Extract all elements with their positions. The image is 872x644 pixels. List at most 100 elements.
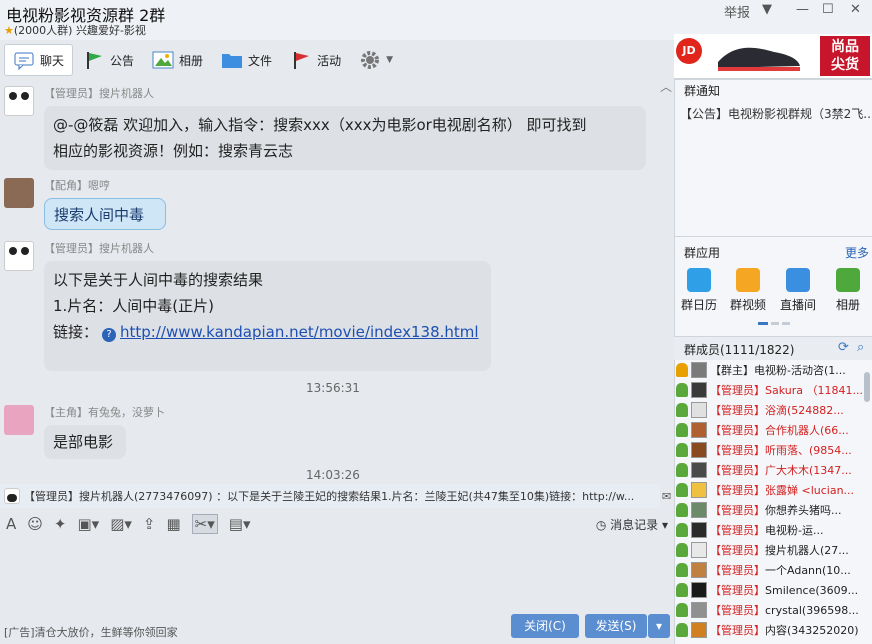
- member-role: 【管理员】: [710, 404, 765, 417]
- member-role: 【管理员】: [710, 464, 765, 477]
- avatar[interactable]: [4, 178, 34, 208]
- close-button[interactable]: 关闭(C): [511, 614, 579, 638]
- sender-name: 【主角】有兔兔，没萝卜: [44, 406, 165, 419]
- tab-chat[interactable]: 聊天: [4, 44, 74, 76]
- minimize-icon[interactable]: —: [796, 2, 809, 17]
- report-button[interactable]: 举报: [724, 2, 750, 21]
- member-row[interactable]: 【管理员】 Smilence(3609...: [674, 580, 872, 600]
- member-name: 广大木木(1347...: [765, 464, 852, 477]
- member-list: 【群主】 电视粉-活动咨(1... 【管理员】 Sakura （11841... 【管理…: [674, 360, 872, 644]
- search-icon[interactable]: ⌕: [857, 340, 864, 355]
- member-row[interactable]: 【群主】 电视粉-活动咨(1...: [674, 360, 872, 380]
- box-icon[interactable]: ▦: [166, 515, 180, 533]
- member-name: Smilence(3609...: [765, 583, 859, 597]
- tab-activity[interactable]: 活动: [282, 44, 349, 76]
- avatar: [691, 522, 707, 538]
- maximize-icon[interactable]: ☐: [822, 2, 834, 17]
- role-icon: [676, 623, 688, 637]
- video-icon: [736, 268, 760, 292]
- member-role: 【管理员】: [710, 544, 765, 557]
- scrollbar[interactable]: [864, 372, 870, 402]
- member-name: 你想养头猪吗...: [765, 504, 842, 517]
- avatar: [691, 542, 707, 558]
- refresh-icon[interactable]: ⟳: [838, 340, 849, 355]
- timestamp: 13:56:31: [306, 381, 360, 395]
- avatar: [691, 382, 707, 398]
- page-dot[interactable]: [782, 322, 790, 325]
- page-dot-active[interactable]: [758, 322, 768, 325]
- settings-button[interactable]: ▼: [351, 44, 401, 76]
- app-calendar[interactable]: 群日历: [678, 268, 720, 313]
- member-row[interactable]: 【管理员】 Sakura （11841...: [674, 380, 872, 400]
- member-role: 【管理员】: [710, 604, 765, 617]
- member-name: 浴滴(524882...: [765, 404, 844, 417]
- input-toolbar: A ☺ ✦ ▣▾ ▨▾ ⇪ ▦ ✂▾ ▤▾ ◷ 消息记录 ▾: [0, 510, 674, 538]
- member-row[interactable]: 【管理员】 内容(343252020): [674, 620, 872, 640]
- font-icon[interactable]: A: [6, 515, 16, 533]
- history-button[interactable]: ◷ 消息记录 ▾: [596, 516, 668, 533]
- member-row[interactable]: 【管理员】 广大木木(1347...: [674, 460, 872, 480]
- gift-icon[interactable]: ▣▾: [77, 515, 99, 533]
- sender-name: 【配角】嗯哼: [44, 179, 110, 192]
- page-dot[interactable]: [771, 322, 779, 325]
- member-row[interactable]: 【管理员】 一个Adann(10...: [674, 560, 872, 580]
- photo-icon: [152, 50, 174, 70]
- avatar[interactable]: [4, 241, 34, 271]
- message-bubble: @-@筱磊 欢迎加入，输入指令：搜索xxx（xxx为电影or电视剧名称） 即可找…: [44, 106, 646, 170]
- upload-icon[interactable]: ⇪: [143, 515, 156, 533]
- notice-bar[interactable]: 【管理员】搜片机器人(2773476097) ：以下是关于兰陵王妃的搜索结果1.…: [0, 484, 660, 508]
- collapse-icon[interactable]: ︿: [660, 78, 672, 95]
- tab-bar: 聊天 公告 相册 文件 活动 ▼: [0, 42, 674, 78]
- app-live[interactable]: 直播间: [777, 268, 819, 313]
- role-icon: [676, 403, 688, 417]
- message-input[interactable]: [0, 538, 674, 614]
- member-role: 【管理员】: [710, 444, 765, 457]
- jd-ad[interactable]: JD 尚品 尖货: [674, 34, 872, 78]
- member-name: 合作机器人(66...: [765, 424, 849, 437]
- member-name: 电视粉-活动咨(1...: [754, 364, 846, 377]
- member-role: 【管理员】: [710, 584, 765, 597]
- close-icon[interactable]: ✕: [850, 2, 861, 17]
- timestamp: 14:03:26: [306, 468, 360, 482]
- dropdown-icon[interactable]: ▼: [762, 2, 772, 17]
- member-row[interactable]: 【管理员】 电视粉-运...: [674, 520, 872, 540]
- tab-announcement[interactable]: 公告: [75, 44, 142, 76]
- member-name: 内容(343252020): [765, 624, 859, 637]
- member-row[interactable]: 【管理员】 张露婵 <lucian...: [674, 480, 872, 500]
- live-icon: [786, 268, 810, 292]
- more-icon[interactable]: ▤▾: [229, 515, 251, 533]
- movie-link[interactable]: http://www.kandapian.net/movie/index138.…: [120, 323, 479, 341]
- avatar[interactable]: [4, 86, 34, 116]
- member-name: 张露婵 <lucian...: [765, 484, 855, 497]
- member-row[interactable]: 【管理员】 听雨落、(9854...: [674, 440, 872, 460]
- chevron-down-icon: ▼: [386, 55, 393, 65]
- message-bubble: 以下是关于人间中毒的搜索结果 1.片名：人间中毒(正片) 链接：? http://…: [44, 261, 491, 371]
- more-apps-link[interactable]: 更多: [845, 244, 869, 261]
- magic-icon[interactable]: ✦: [54, 515, 67, 533]
- screenshot-icon[interactable]: ✂▾: [191, 514, 218, 534]
- tab-files[interactable]: 文件: [213, 44, 280, 76]
- avatar: [691, 442, 707, 458]
- bottom-ad[interactable]: [广告]清仓大放价，生鲜等你领回家: [4, 624, 178, 640]
- app-album[interactable]: 相册: [827, 268, 869, 313]
- member-row[interactable]: 【管理员】 浴滴(524882...: [674, 400, 872, 420]
- role-icon: [676, 543, 688, 557]
- star-icon: ★: [4, 24, 14, 37]
- send-options-icon[interactable]: ▾: [648, 614, 670, 638]
- sneaker-icon: [718, 47, 800, 71]
- tab-album[interactable]: 相册: [144, 44, 211, 76]
- mail-icon[interactable]: ✉: [662, 490, 671, 503]
- chat-area[interactable]: 【管理员】搜片机器人 @-@筱磊 欢迎加入，输入指令：搜索xxx（xxx为电影o…: [0, 78, 666, 482]
- app-video[interactable]: 群视频: [727, 268, 769, 313]
- member-row[interactable]: 【管理员】 合作机器人(66...: [674, 420, 872, 440]
- member-row[interactable]: 【管理员】 crystal(396598...: [674, 600, 872, 620]
- member-row[interactable]: 【管理员】 你想养头猪吗...: [674, 500, 872, 520]
- avatar[interactable]: [4, 405, 34, 435]
- image-icon[interactable]: ▨▾: [110, 515, 132, 533]
- member-row[interactable]: 【管理员】 搜片机器人(27...: [674, 540, 872, 560]
- member-role: 【管理员】: [710, 484, 765, 497]
- group-notice[interactable]: 【公告】电视粉影视群规（3禁2飞...: [680, 105, 870, 122]
- calendar-icon: [687, 268, 711, 292]
- send-button[interactable]: 发送(S): [585, 614, 647, 638]
- emoji-icon[interactable]: ☺: [27, 515, 43, 533]
